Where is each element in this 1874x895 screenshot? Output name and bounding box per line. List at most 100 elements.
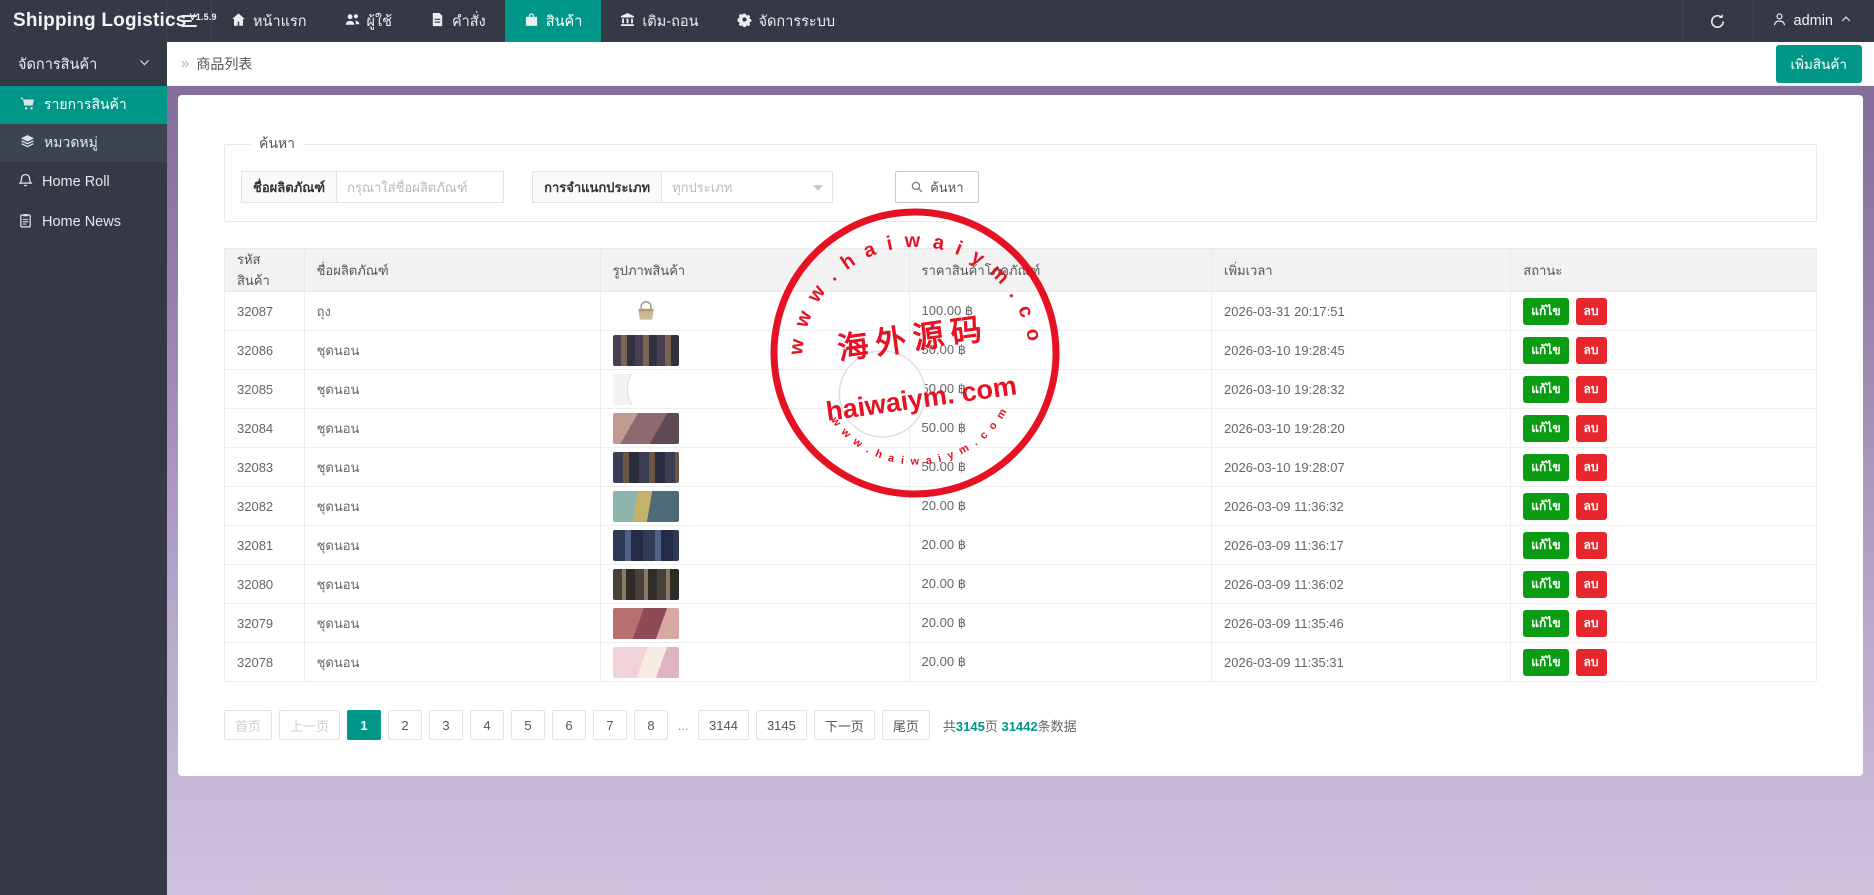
delete-button[interactable]: ลบ — [1576, 493, 1607, 520]
news-icon — [18, 213, 33, 232]
table-header-row: รหัสสินค้าชื่อผลิตภัณฑ์รูปภาพสินค้าราคาส… — [225, 249, 1817, 292]
nav-item-3[interactable]: คำสั่ง — [411, 0, 505, 42]
edit-button[interactable]: แก้ไข — [1523, 454, 1568, 481]
nav-item-label: เติม-ถอน — [642, 10, 698, 33]
sidebar-item-หมวดหมู่[interactable]: หมวดหมู่ — [0, 124, 167, 162]
cell-status: แก้ไข ลบ — [1511, 643, 1817, 682]
product-image[interactable] — [613, 452, 679, 483]
product-image[interactable] — [613, 569, 679, 600]
edit-button[interactable]: แก้ไข — [1523, 571, 1568, 598]
workspace-background: ค้นหา ชื่อผลิตภัณฑ์ การจำแนกประเภท ทุกปร… — [167, 86, 1874, 895]
table-row: 32078ชุดนอน20.00 ฿2026-03-09 11:35:31แก้… — [225, 643, 1817, 682]
page-last-button[interactable]: 尾页 — [882, 710, 930, 740]
page-number-2[interactable]: 2 — [388, 710, 422, 740]
edit-button[interactable]: แก้ไข — [1523, 337, 1568, 364]
page-first-button[interactable]: 首页 — [224, 710, 272, 740]
cell-product-image — [600, 370, 909, 409]
sidebar-item-home-roll[interactable]: Home Roll — [0, 162, 167, 202]
edit-button[interactable]: แก้ไข — [1523, 376, 1568, 403]
cell-status: แก้ไข ลบ — [1511, 292, 1817, 331]
edit-button[interactable]: แก้ไข — [1523, 493, 1568, 520]
delete-button[interactable]: ลบ — [1576, 610, 1607, 637]
content-card: ค้นหา ชื่อผลิตภัณฑ์ การจำแนกประเภท ทุกปร… — [178, 95, 1863, 776]
sidebar-item-รายการสินค้า[interactable]: รายการสินค้า — [0, 86, 167, 124]
product-image[interactable] — [613, 608, 679, 639]
delete-button[interactable]: ลบ — [1576, 532, 1607, 559]
delete-button[interactable]: ลบ — [1576, 649, 1607, 676]
page-number-4[interactable]: 4 — [470, 710, 504, 740]
cell-added-time: 2026-03-10 19:28:45 — [1212, 331, 1511, 370]
select-caret-icon — [813, 185, 823, 191]
gear-icon — [737, 12, 752, 31]
table-row: 32082ชุดนอน20.00 ฿2026-03-09 11:36:32แก้… — [225, 487, 1817, 526]
product-image[interactable] — [613, 374, 679, 405]
cart-icon — [20, 96, 35, 114]
cell-product-price: 20.00 ฿ — [909, 604, 1211, 643]
page-number-1[interactable]: 1 — [347, 710, 381, 740]
edit-button[interactable]: แก้ไข — [1523, 298, 1568, 325]
delete-button[interactable]: ลบ — [1576, 454, 1607, 481]
breadcrumb-label: 商品列表 — [196, 54, 252, 74]
products-table: รหัสสินค้าชื่อผลิตภัณฑ์รูปภาพสินค้าราคาส… — [224, 248, 1817, 682]
table-row: 32087ถุง100.00 ฿2026-03-31 20:17:51แก้ไข… — [225, 292, 1817, 331]
add-product-button[interactable]: เพิ่มสินค้า — [1776, 45, 1863, 83]
page-number-3[interactable]: 3 — [429, 710, 463, 740]
nav-item-2[interactable]: ผู้ใช้ — [326, 0, 411, 42]
cell-product-image — [600, 292, 909, 331]
refresh-icon[interactable] — [1682, 0, 1754, 42]
page-number-3145[interactable]: 3145 — [756, 710, 807, 740]
sidebar-group-products[interactable]: จัดการสินค้า — [0, 42, 167, 86]
page-number-6[interactable]: 6 — [552, 710, 586, 740]
search-panel: ค้นหา ชื่อผลิตภัณฑ์ การจำแนกประเภท ทุกปร… — [224, 133, 1817, 222]
cell-added-time: 2026-03-09 11:36:32 — [1212, 487, 1511, 526]
nav-item-4[interactable]: สินค้า — [505, 0, 602, 42]
category-select[interactable]: ทุกประเภท — [661, 171, 833, 203]
cell-product-id: 32083 — [225, 448, 305, 487]
product-image[interactable] — [613, 296, 679, 327]
delete-button[interactable]: ลบ — [1576, 376, 1607, 403]
nav-item-6[interactable]: จัดการระบบ — [718, 0, 855, 42]
edit-button[interactable]: แก้ไข — [1523, 415, 1568, 442]
nav-item-5[interactable]: เติม-ถอน — [601, 0, 717, 42]
table-row: 32083ชุดนอน50.00 ฿2026-03-10 19:28:07แก้… — [225, 448, 1817, 487]
column-header-6: สถานะ — [1511, 249, 1817, 292]
page-number-8[interactable]: 8 — [634, 710, 668, 740]
cell-added-time: 2026-03-09 11:36:17 — [1212, 526, 1511, 565]
cell-product-id: 32085 — [225, 370, 305, 409]
sidebar-item-home-news[interactable]: Home News — [0, 202, 167, 242]
delete-button[interactable]: ลบ — [1576, 337, 1607, 364]
search-button[interactable]: ค้นหา — [895, 171, 978, 203]
cell-product-price: 50.00 ฿ — [909, 331, 1211, 370]
product-name-label: ชื่อผลิตภัณฑ์ — [241, 171, 336, 203]
delete-button[interactable]: ลบ — [1576, 571, 1607, 598]
user-menu[interactable]: admin — [1754, 0, 1874, 42]
table-row: 32081ชุดนอน20.00 ฿2026-03-09 11:36:17แก้… — [225, 526, 1817, 565]
column-header-3: รูปภาพสินค้า — [600, 249, 909, 292]
product-name-input[interactable] — [336, 171, 504, 203]
product-image[interactable] — [613, 647, 679, 678]
product-image[interactable] — [613, 413, 679, 444]
pagination: 首页上一页12345678...31443145下一页尾页共3145页 3144… — [224, 710, 1817, 740]
cell-product-id: 32082 — [225, 487, 305, 526]
sidebar-toggle-icon[interactable] — [167, 0, 212, 42]
delete-button[interactable]: ลบ — [1576, 298, 1607, 325]
page-number-5[interactable]: 5 — [511, 710, 545, 740]
cell-product-id: 32079 — [225, 604, 305, 643]
page-prev-button[interactable]: 上一页 — [279, 710, 340, 740]
nav-item-1[interactable]: หน้าแรก — [212, 0, 326, 42]
cell-product-price: 20.00 ฿ — [909, 487, 1211, 526]
product-image[interactable] — [613, 491, 679, 522]
edit-button[interactable]: แก้ไข — [1523, 532, 1568, 559]
cell-product-price: 100.00 ฿ — [909, 292, 1211, 331]
search-legend: ค้นหา — [251, 133, 303, 155]
edit-button[interactable]: แก้ไข — [1523, 610, 1568, 637]
page-next-button[interactable]: 下一页 — [814, 710, 875, 740]
page-number-7[interactable]: 7 — [593, 710, 627, 740]
top-navbar: Shipping Logistics V1.5.9 หน้าแรกผู้ใช้ค… — [0, 0, 1874, 42]
cell-status: แก้ไข ลบ — [1511, 604, 1817, 643]
page-number-3144[interactable]: 3144 — [698, 710, 749, 740]
product-image[interactable] — [613, 335, 679, 366]
product-image[interactable] — [613, 530, 679, 561]
edit-button[interactable]: แก้ไข — [1523, 649, 1568, 676]
delete-button[interactable]: ลบ — [1576, 415, 1607, 442]
